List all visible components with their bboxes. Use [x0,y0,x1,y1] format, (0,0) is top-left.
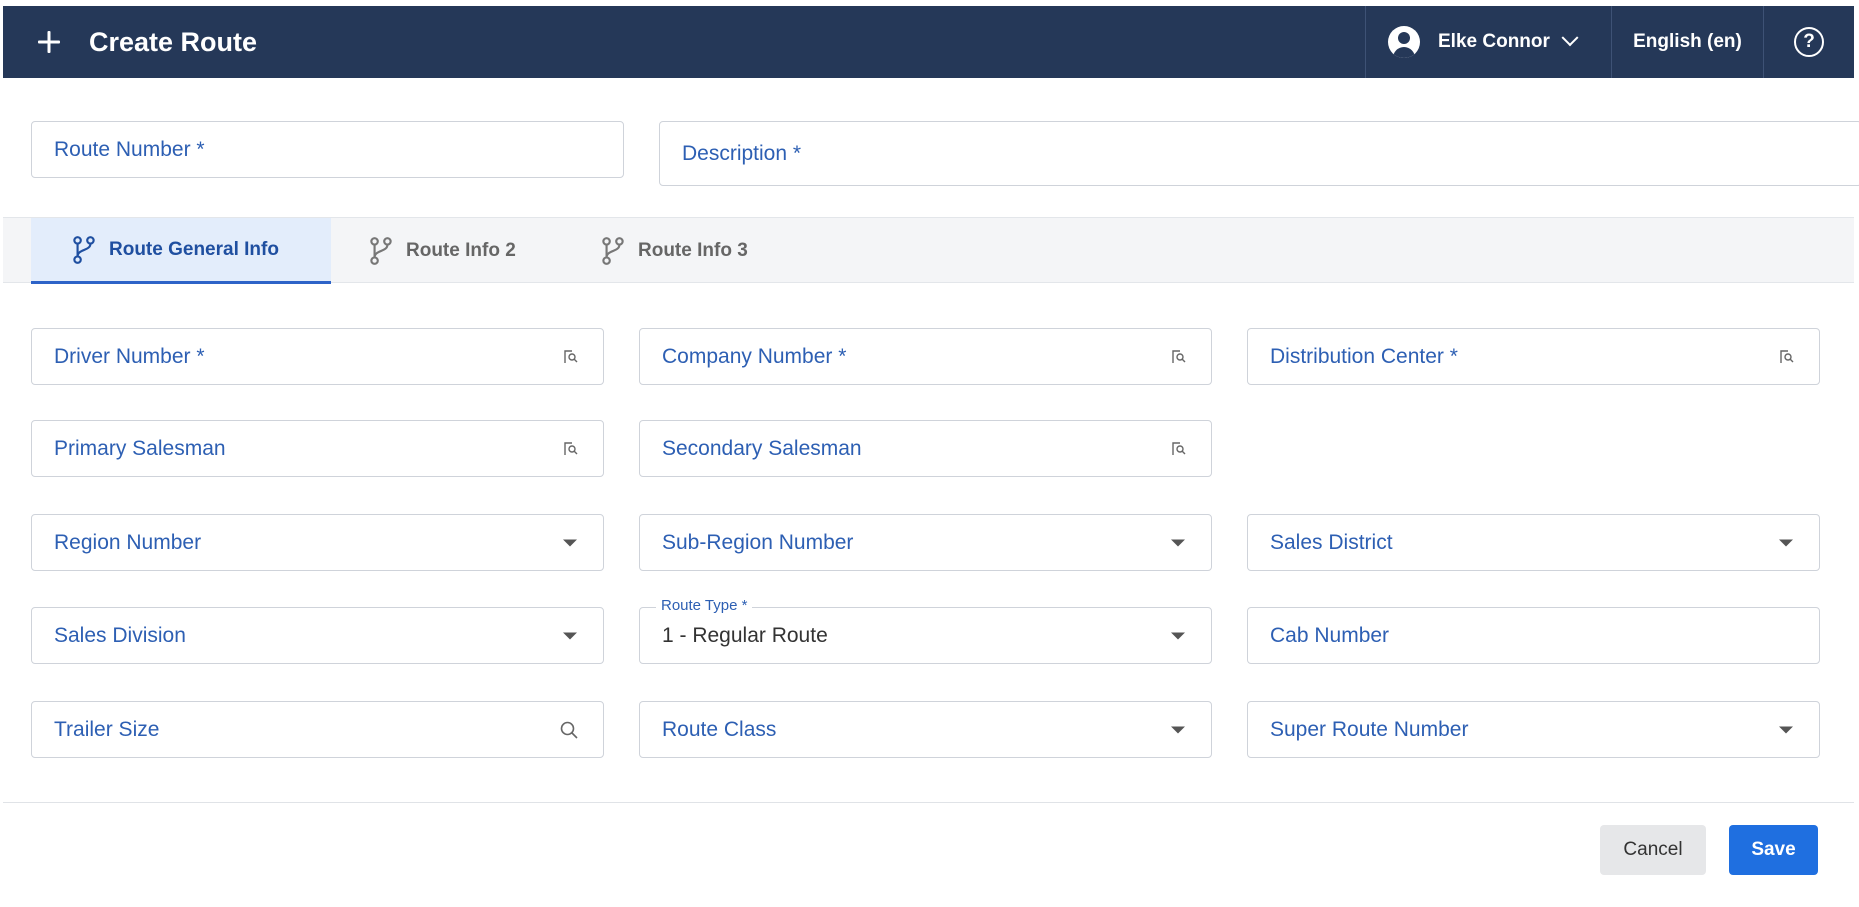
app-header: Create Route Elke Connor English (en) ? [3,6,1854,78]
help-button[interactable]: ? [1763,6,1854,78]
tab-label: Route Info 3 [638,240,748,261]
user-name: Elke Connor [1438,31,1550,52]
help-icon: ? [1794,27,1824,57]
user-menu[interactable]: Elke Connor [1365,6,1611,78]
lookup-icon[interactable] [1171,441,1187,457]
company-number-label: Company Number * [662,344,847,368]
sales-division-label: Sales Division [54,623,186,647]
trailer-size-field[interactable]: Trailer Size [31,701,604,758]
lookup-icon[interactable] [563,441,579,457]
tab-bar: Route General Info Route Info 2 Route In… [3,217,1854,284]
trailer-size-label: Trailer Size [54,717,160,741]
caret-down-icon [1171,632,1185,639]
branch-icon [73,235,95,264]
route-number-label: Route Number * [54,137,205,161]
region-number-label: Region Number [54,530,202,554]
branch-icon [370,237,392,265]
header-right: Elke Connor English (en) ? [1365,6,1854,78]
super-route-number-select[interactable]: Super Route Number [1247,701,1820,758]
route-type-value: 1 - Regular Route [662,623,828,647]
footer-divider [3,802,1854,803]
sales-district-label: Sales District [1270,530,1393,554]
route-number-field[interactable]: Route Number * [31,121,624,178]
secondary-salesman-field[interactable]: Secondary Salesman [639,420,1212,477]
route-type-select[interactable]: Route Type * 1 - Regular Route [639,597,1212,664]
route-type-label: Route Type * [656,597,753,614]
language-selector[interactable]: English (en) [1611,6,1763,78]
driver-number-field[interactable]: Driver Number * [31,328,604,385]
page-title: Create Route [89,26,258,57]
tab-route-general-info[interactable]: Route General Info [31,218,331,284]
driver-number-label: Driver Number * [54,344,205,368]
cab-number-label: Cab Number [1270,623,1390,647]
lookup-icon[interactable] [1779,349,1795,365]
sales-district-select[interactable]: Sales District [1247,514,1820,571]
tab-label: Route General Info [109,238,279,260]
branch-icon [602,237,624,265]
lookup-icon[interactable] [1171,349,1187,365]
super-route-number-label: Super Route Number [1270,717,1469,741]
primary-salesman-label: Primary Salesman [54,436,226,460]
tab-route-info-3[interactable]: Route Info 3 [600,218,800,284]
caret-down-icon [563,632,577,639]
caret-down-icon [1171,726,1185,733]
caret-down-icon [1779,726,1793,733]
sales-division-select[interactable]: Sales Division [31,607,604,664]
company-number-field[interactable]: Company Number * [639,328,1212,385]
region-number-select[interactable]: Region Number [31,514,604,571]
save-button[interactable]: Save [1729,825,1818,875]
tab-route-info-2[interactable]: Route Info 2 [368,218,568,284]
lookup-icon[interactable] [563,349,579,365]
search-icon[interactable] [559,720,579,740]
route-class-label: Route Class [662,717,777,741]
secondary-salesman-label: Secondary Salesman [662,436,862,460]
description-label: Description * [682,141,802,165]
cab-number-field[interactable]: Cab Number [1247,607,1820,664]
create-route-page: Create Route Elke Connor English (en) ? … [0,0,1859,907]
sub-region-number-label: Sub-Region Number [662,530,854,554]
caret-down-icon [1171,539,1185,546]
chevron-down-icon [1561,29,1579,47]
sub-region-number-select[interactable]: Sub-Region Number [639,514,1212,571]
caret-down-icon [1779,539,1793,546]
cancel-button[interactable]: Cancel [1600,825,1706,875]
distribution-center-label: Distribution Center * [1270,344,1458,368]
distribution-center-field[interactable]: Distribution Center * [1247,328,1820,385]
route-class-select[interactable]: Route Class [639,701,1212,758]
tab-label: Route Info 2 [406,240,516,261]
caret-down-icon [563,539,577,546]
primary-salesman-field[interactable]: Primary Salesman [31,420,604,477]
plus-icon[interactable] [25,18,73,66]
user-avatar-icon [1388,26,1420,58]
description-field[interactable]: Description * [659,121,1859,186]
